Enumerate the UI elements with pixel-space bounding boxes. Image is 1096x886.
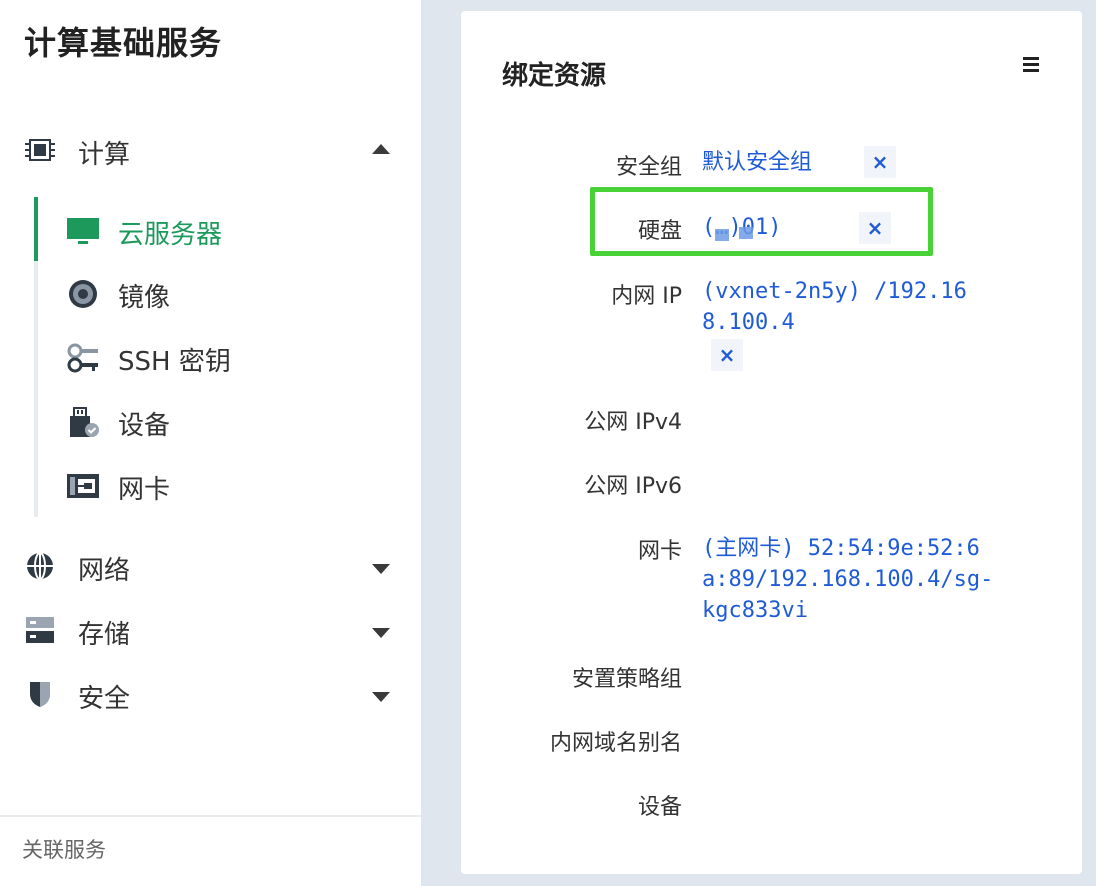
row-label-nic: 网卡 (637, 539, 682, 564)
usb-device-icon (70, 407, 99, 437)
row-label-public-ipv4: 公网 IPv4 (584, 410, 682, 435)
nav-group-storage[interactable]: 存储 (0, 602, 421, 658)
nav-group-security[interactable]: 安全 (0, 666, 421, 722)
nav-group-label: 计算 (78, 140, 131, 170)
row-label-security-group: 安全组 (615, 155, 682, 180)
sidebar-item-ssh-keys[interactable]: SSH 密钥 (38, 329, 421, 385)
globe-icon (27, 552, 53, 580)
sidebar-item-devices[interactable]: 设备 (38, 393, 421, 449)
remove-security-group-button[interactable]: × (864, 146, 896, 178)
shield-icon (30, 682, 50, 707)
remove-disk-button[interactable]: × (859, 212, 891, 244)
redacted-mark (715, 229, 729, 241)
security-group-link[interactable]: 默认安全组 (702, 147, 992, 178)
sidebar-item-label: 镜像 (118, 283, 171, 313)
sidebar-divider (0, 815, 421, 817)
sidebar-item-nic[interactable]: 网卡 (38, 457, 421, 513)
row-label-public-ipv6: 公网 IPv6 (584, 474, 682, 499)
sidebar-item-cloud-server[interactable]: 云服务器 (38, 202, 421, 258)
bound-resources-panel: 绑定资源 安全组 默认安全组 × 硬盘 (…)01) × 内网 IP (vxne… (461, 11, 1082, 874)
chevron-down-icon (372, 628, 390, 638)
nav-group-label: 存储 (78, 620, 131, 650)
sidebar-title: 计算基础服务 (24, 24, 223, 62)
nic-link[interactable]: (主网卡) 52:54:9e:52:6a:89/192.168.100.4/sg… (702, 533, 1002, 626)
sidebar-item-label: 云服务器 (118, 220, 223, 250)
nav-group-network[interactable]: 网络 (0, 538, 421, 594)
hamburger-menu-icon[interactable] (1023, 57, 1039, 72)
chevron-up-icon (372, 144, 390, 154)
key-icon (67, 343, 98, 373)
chevron-down-icon (372, 692, 390, 702)
nic-icon (67, 474, 99, 498)
row-label-domain-alias: 内网域名别名 (549, 731, 682, 756)
nav-group-label: 网络 (78, 556, 131, 586)
nav-group-compute[interactable]: 计算 (0, 122, 421, 178)
row-label-devices: 设备 (637, 795, 682, 820)
row-label-placement-group: 安置策略组 (571, 667, 682, 692)
storage-icon (26, 617, 54, 643)
chevron-down-icon (372, 564, 390, 574)
row-label-private-ip: 内网 IP (611, 284, 682, 309)
sidebar-item-label: 设备 (118, 411, 171, 441)
row-label-disk: 硬盘 (637, 219, 682, 244)
monitor-icon (67, 218, 99, 244)
panel-title: 绑定资源 (502, 61, 607, 91)
sidebar-item-label: 网卡 (118, 475, 171, 505)
sidebar: 计算基础服务 计算 云服务器 镜像 SSH 密钥 设备 网卡 网络 存储 安全 … (0, 0, 421, 886)
sidebar-item-label: SSH 密钥 (118, 347, 231, 377)
sidebar-item-images[interactable]: 镜像 (38, 265, 421, 321)
disc-icon (69, 280, 97, 308)
cpu-chip-icon (25, 139, 55, 161)
nav-group-label: 安全 (78, 684, 131, 714)
redacted-mark (739, 227, 753, 239)
private-ip-link[interactable]: (vxnet-2n5y) /192.168.100.4 (702, 276, 992, 338)
remove-private-ip-button[interactable]: × (711, 339, 743, 371)
related-services-link[interactable]: 关联服务 (22, 834, 106, 864)
